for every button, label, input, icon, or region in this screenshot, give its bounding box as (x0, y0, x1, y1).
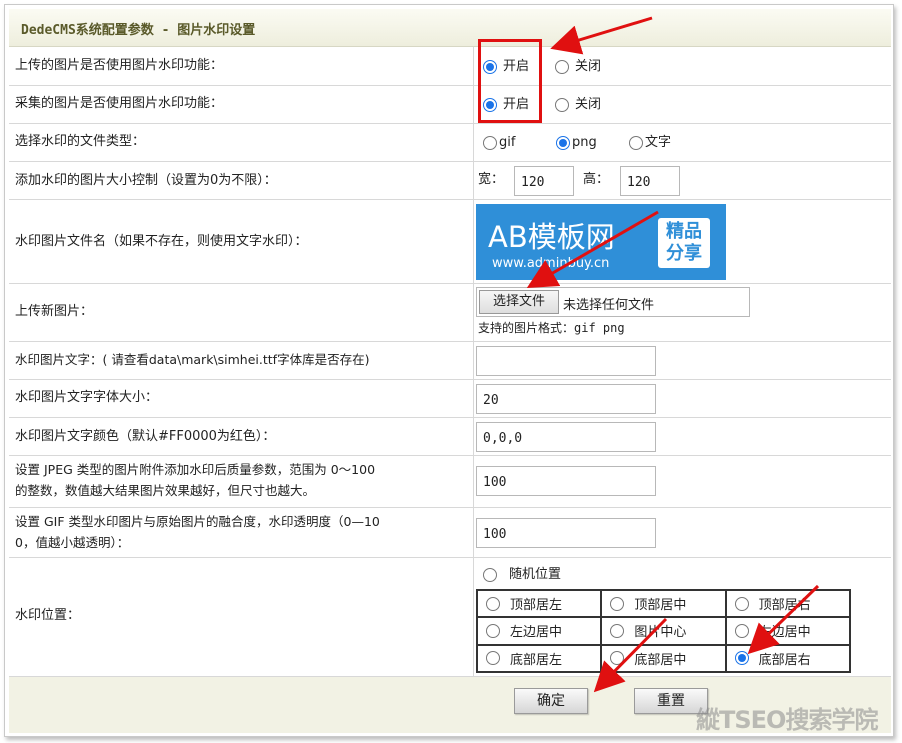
annotation-arrows (526, 16, 820, 693)
arrow-to-bottom-right (747, 584, 820, 655)
arrow-to-bottom-center (593, 617, 668, 693)
arrow-to-switch (550, 16, 653, 55)
arrow-to-file (526, 210, 659, 289)
